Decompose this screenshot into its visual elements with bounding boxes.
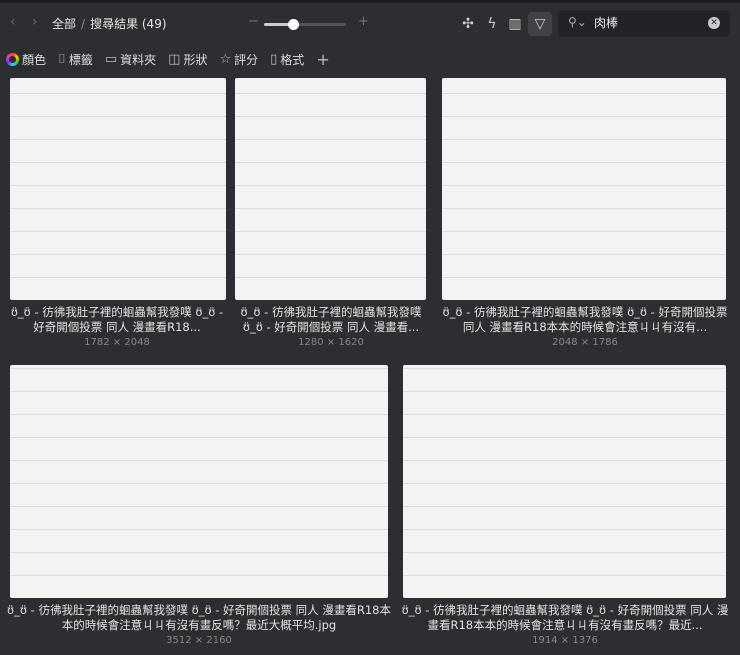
item-dimensions: 1782 × 2048 <box>84 337 150 348</box>
item-caption: ʊ̈_ʊ̈ - 彷彿我肚子裡的蛔蟲幫我發噗 ʊ̈_ʊ̈ - 好奇開個投票 同人 … <box>401 603 729 632</box>
color-ring-icon <box>6 53 19 66</box>
filter-format[interactable]: ▯ 格式 <box>270 51 304 68</box>
filter-label: 格式 <box>280 53 305 67</box>
search-input[interactable] <box>594 15 704 29</box>
thumbnail-image[interactable] <box>235 78 426 300</box>
filter-icon[interactable]: ▽ <box>528 12 552 36</box>
back-icon[interactable]: ‹ <box>10 14 16 30</box>
slider-knob[interactable] <box>287 19 299 30</box>
filter-shape[interactable]: ◫ 形狀 <box>168 51 207 68</box>
thumbnail-image[interactable] <box>403 365 726 598</box>
search-box[interactable]: ⚲⌄ ✕ <box>558 10 730 37</box>
breadcrumb: 全部 / 搜尋結果 (49) <box>52 17 167 31</box>
item-dimensions: 3512 × 2160 <box>166 635 232 646</box>
forward-icon[interactable]: › <box>32 14 38 30</box>
bookmark-icon: ⌷ <box>58 52 66 67</box>
filter-folder[interactable]: ▭ 資料夾 <box>105 51 156 68</box>
breadcrumb-current: 搜尋結果 (49) <box>90 17 167 31</box>
item-dimensions: 1914 × 1376 <box>532 635 598 646</box>
filter-label: 標籤 <box>68 53 93 67</box>
folder-icon: ▭ <box>104 52 118 67</box>
file-format-icon: ▯ <box>270 52 278 67</box>
top-strip <box>0 0 740 3</box>
thumbnail-image[interactable] <box>10 365 388 598</box>
zoom-in-button[interactable]: + <box>358 14 369 29</box>
filter-label: 形狀 <box>183 53 208 67</box>
layout-icon[interactable]: ▥ <box>505 14 525 34</box>
clear-search-icon[interactable]: ✕ <box>708 17 720 29</box>
item-dimensions: 2048 × 1786 <box>552 337 618 348</box>
zoom-slider[interactable]: − + <box>248 14 369 34</box>
item-caption: ʊ̈_ʊ̈ - 彷彿我肚子裡的蛔蟲幫我發噗 ʊ̈_ʊ̈ - 好奇開個投票 同人 … <box>7 603 391 632</box>
filter-tags[interactable]: ⌷ 標籤 <box>58 51 93 68</box>
shape-icon: ◫ <box>168 52 181 67</box>
thumbnail-image[interactable] <box>10 78 226 300</box>
search-icon[interactable]: ⚲⌄ <box>568 15 587 29</box>
filter-rating[interactable]: ☆ 評分 <box>219 51 258 68</box>
item-caption: ʊ̈_ʊ̈ - 彷彿我肚子裡的蛔蟲幫我發噗 ʊ̈_ʊ̈ - 好奇開個投票 同人 … <box>10 305 224 334</box>
filter-label: 資料夾 <box>120 53 157 67</box>
breadcrumb-root[interactable]: 全部 <box>52 17 76 31</box>
filter-color[interactable]: 顏色 <box>6 51 46 68</box>
star-icon: ☆ <box>219 52 232 67</box>
item-caption: ʊ̈_ʊ̈ - 彷彿我肚子裡的蛔蟲幫我發噗 ʊ̈_ʊ̈ - 好奇開個投票 同人 … <box>442 305 728 334</box>
item-dimensions: 1280 × 1620 <box>298 337 364 348</box>
zoom-out-button[interactable]: − <box>248 14 259 29</box>
puzzle-icon[interactable]: ✣ <box>458 14 478 34</box>
lightning-icon[interactable]: ϟ <box>482 14 502 34</box>
filter-label: 顏色 <box>22 53 47 67</box>
item-caption: ʊ̈_ʊ̈ - 彷彿我肚子裡的蛔蟲幫我發噗 ʊ̈_ʊ̈ - 好奇開個投票 同人 … <box>240 305 422 334</box>
filter-bar: 顏色 ⌷ 標籤 ▭ 資料夾 ◫ 形狀 ☆ 評分 ▯ 格式 + <box>6 50 330 69</box>
add-filter-icon[interactable]: + <box>316 50 329 69</box>
thumbnail-image[interactable] <box>442 78 726 300</box>
filter-label: 評分 <box>234 53 259 67</box>
